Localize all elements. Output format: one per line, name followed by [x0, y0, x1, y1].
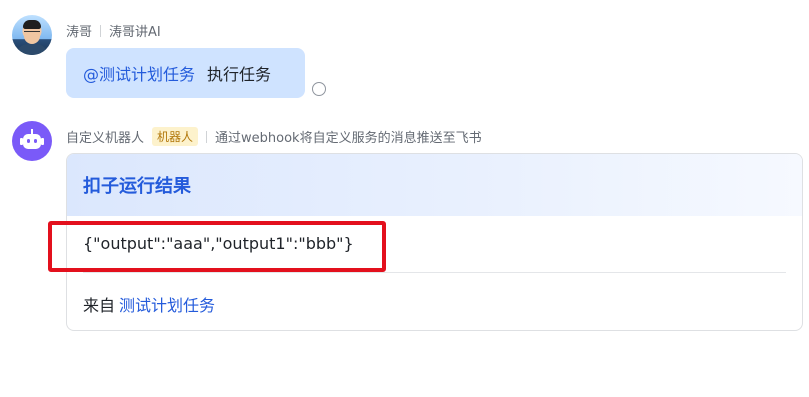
divider — [100, 24, 102, 37]
footer-prefix: 来自 — [83, 296, 116, 315]
card-footer: 来自 测试计划任务 — [83, 292, 215, 316]
message-text: 执行任务 — [207, 65, 272, 84]
sender-name[interactable]: 涛哥 — [66, 21, 92, 40]
message-bubble[interactable]: @测试计划任务 执行任务 — [66, 48, 305, 98]
footer-link[interactable]: 测试计划任务 — [119, 296, 215, 315]
bot-message-header: 自定义机器人 机器人 通过webhook将自定义服务的消息推送至飞书 — [66, 127, 482, 146]
divider — [206, 130, 208, 143]
message-header: 涛哥 涛哥讲AI — [66, 21, 161, 40]
card-title: 扣子运行结果 — [83, 176, 191, 197]
user-avatar[interactable] — [12, 15, 52, 55]
bot-badge: 机器人 — [152, 127, 199, 146]
card-content: {"output":"aaa","output1":"bbb"} — [83, 234, 354, 253]
bot-name[interactable]: 自定义机器人 — [66, 127, 144, 146]
read-status-icon[interactable] — [312, 82, 326, 96]
bot-description: 通过webhook将自定义服务的消息推送至飞书 — [215, 131, 482, 146]
message-card[interactable]: 扣子运行结果 {"output":"aaa","output1":"bbb"} … — [66, 153, 803, 331]
mention-link[interactable]: @测试计划任务 — [83, 61, 195, 85]
group-name: 涛哥讲AI — [109, 25, 161, 40]
card-divider — [83, 272, 786, 273]
robot-avatar-icon[interactable] — [12, 121, 52, 161]
card-header: 扣子运行结果 — [67, 154, 802, 216]
